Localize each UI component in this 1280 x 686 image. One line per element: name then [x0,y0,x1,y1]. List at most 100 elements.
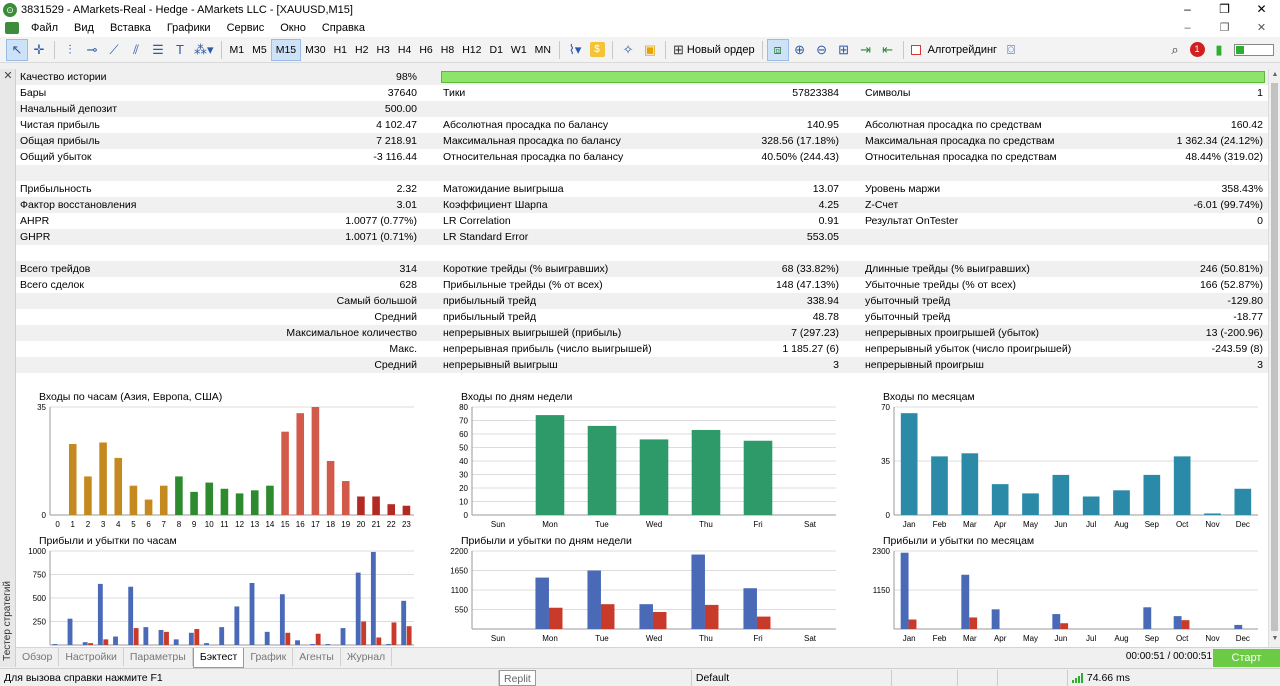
vertical-scrollbar[interactable]: ▲ ▼ [1268,69,1280,647]
tab-graph[interactable]: График [244,648,294,666]
briefcase-icon[interactable]: ▣ [639,39,661,61]
vertical-line-icon[interactable]: ⫶ [59,39,81,61]
timeframe-m5[interactable]: M5 [248,39,271,61]
child-restore-button[interactable]: ❐ [1206,19,1243,37]
close-panel-icon[interactable]: ✕ [0,69,16,83]
chart-bar [1113,490,1130,515]
scroll-down-icon[interactable]: ▼ [1270,635,1280,645]
y-tick-label: 40 [459,457,468,466]
timeframe-h3[interactable]: H3 [372,39,393,61]
chart-shift-icon[interactable]: ⇤ [877,39,899,61]
timeframe-h8[interactable]: H8 [437,39,458,61]
chart-bar [1234,488,1252,515]
channel-icon[interactable]: ⫽ [125,39,147,61]
x-tick-label: Wed [646,520,662,529]
notifications-icon[interactable]: 1 [1186,39,1208,61]
tab-overview[interactable]: Обзор [16,648,60,666]
sparkle-icon[interactable]: ✧ [617,39,639,61]
timeframe-h2[interactable]: H2 [351,39,372,61]
text-icon[interactable]: T [169,39,191,61]
horizontal-line-icon[interactable]: ⊸ [81,39,103,61]
chart-title: Входы по часам (Азия, Европа, США) [39,391,223,403]
timeframe-h12[interactable]: H12 [458,39,485,61]
algotrading-button[interactable]: Алготрейдинг [908,39,1000,61]
x-tick-label: Sep [1145,520,1160,529]
dollar-icon[interactable]: $ [586,39,608,61]
report-cell: 1.0077 (0.77%) [345,215,417,227]
algotrading-icon [910,44,921,55]
tester-tabs: Обзор Настройки Параметры Бэктест График… [16,647,1280,668]
x-tick-label: Wed [646,634,662,643]
loss-bar [600,604,615,629]
menu-help[interactable]: Справка [314,19,373,37]
trendline-icon[interactable]: ⟋ [103,39,125,61]
tab-parameters[interactable]: Параметры [124,648,193,666]
chart-title: Прибыли и убытки по часам [39,535,177,547]
report-cell: -18.77 [1233,311,1263,323]
x-tick-label: Sep [1145,634,1160,643]
menu-charts[interactable]: Графики [159,19,219,37]
minimize-button[interactable]: – [1169,0,1206,19]
chart-bar [357,496,365,515]
menu-tools[interactable]: Сервис [219,19,273,37]
tab-agents[interactable]: Агенты [293,648,341,666]
search-icon[interactable]: ⌕ [1164,39,1186,61]
chart-bar [900,413,918,515]
timeframe-h4[interactable]: H4 [394,39,415,61]
title-bar: ⊙ 3831529 - AMarkets-Real - Hedge - AMar… [0,0,1280,19]
tab-settings[interactable]: Настройки [59,648,124,666]
zoom-out-icon[interactable]: ⊖ [811,39,833,61]
tab-journal[interactable]: Журнал [341,648,393,666]
timeframe-m1[interactable]: M1 [226,39,249,61]
status-replit[interactable]: Replit [499,669,536,686]
x-tick-label: Sun [491,520,505,529]
tab-backtest[interactable]: Бэктест [192,648,245,668]
profit-bar [1143,607,1152,629]
profit-bar [325,644,331,645]
timeframe-h1[interactable]: H1 [330,39,351,61]
menu-file[interactable]: Файл [23,19,66,37]
timeframe-w1[interactable]: W1 [507,39,531,61]
close-button[interactable]: ✕ [1243,0,1280,19]
report-cell: 628 [399,279,417,291]
maximize-button[interactable]: ❐ [1206,0,1243,19]
loss-bar [391,622,397,645]
profit-bar [1234,624,1243,629]
timeframe-mn[interactable]: MN [531,39,555,61]
shapes-icon[interactable]: ⁂▾ [191,39,217,61]
x-tick-label: Sat [804,520,817,529]
start-button[interactable]: Старт [1213,649,1280,667]
menu-view[interactable]: Вид [66,19,102,37]
menu-insert[interactable]: Вставка [102,19,159,37]
loss-bar [1181,620,1190,629]
crosshair-icon[interactable]: ✛ [28,39,50,61]
scroll-thumb[interactable] [1271,83,1278,631]
child-minimize-button[interactable]: – [1169,19,1206,37]
chart-1: Входы по дням недели 0 10 20 30 40 50 60 70 80 Sun… [442,391,842,533]
report-row: Самый большой прибыльный трейд 338.94 убыто… [16,293,1268,309]
loss-bar [103,639,109,645]
x-tick-label: Nov [1205,634,1219,643]
report-cell: 7 218.91 [376,135,417,147]
cursor-icon[interactable]: ↖ [6,38,28,61]
grid-icon[interactable]: ⊞ [833,39,855,61]
menu-window[interactable]: Окно [272,19,314,37]
candlestick-icon[interactable]: ⧈ [766,38,789,61]
screenshot-icon[interactable]: ⌼ [1000,39,1022,61]
timeframe-m30[interactable]: M30 [301,39,329,61]
zoom-in-icon[interactable]: ⊕ [789,39,811,61]
child-close-button[interactable]: ✕ [1243,19,1280,37]
scroll-up-icon[interactable]: ▲ [1270,71,1280,81]
profit-bar [991,609,1000,629]
timeframe-h6[interactable]: H6 [415,39,436,61]
timeframe-m15[interactable]: M15 [270,38,302,61]
timeframe-d1[interactable]: D1 [485,39,506,61]
x-tick-label: Apr [994,520,1007,529]
report-cell: 314 [399,263,417,275]
report-cell: 0 [1257,215,1263,227]
autoscroll-icon[interactable]: ⇥ [855,39,877,61]
fibonacci-icon[interactable]: ☰ [147,39,169,61]
new-order-button[interactable]: ⊞ Новый ордер [670,39,758,61]
indicators-icon[interactable]: ⌇▾ [564,39,586,61]
chart-bar [639,439,669,515]
